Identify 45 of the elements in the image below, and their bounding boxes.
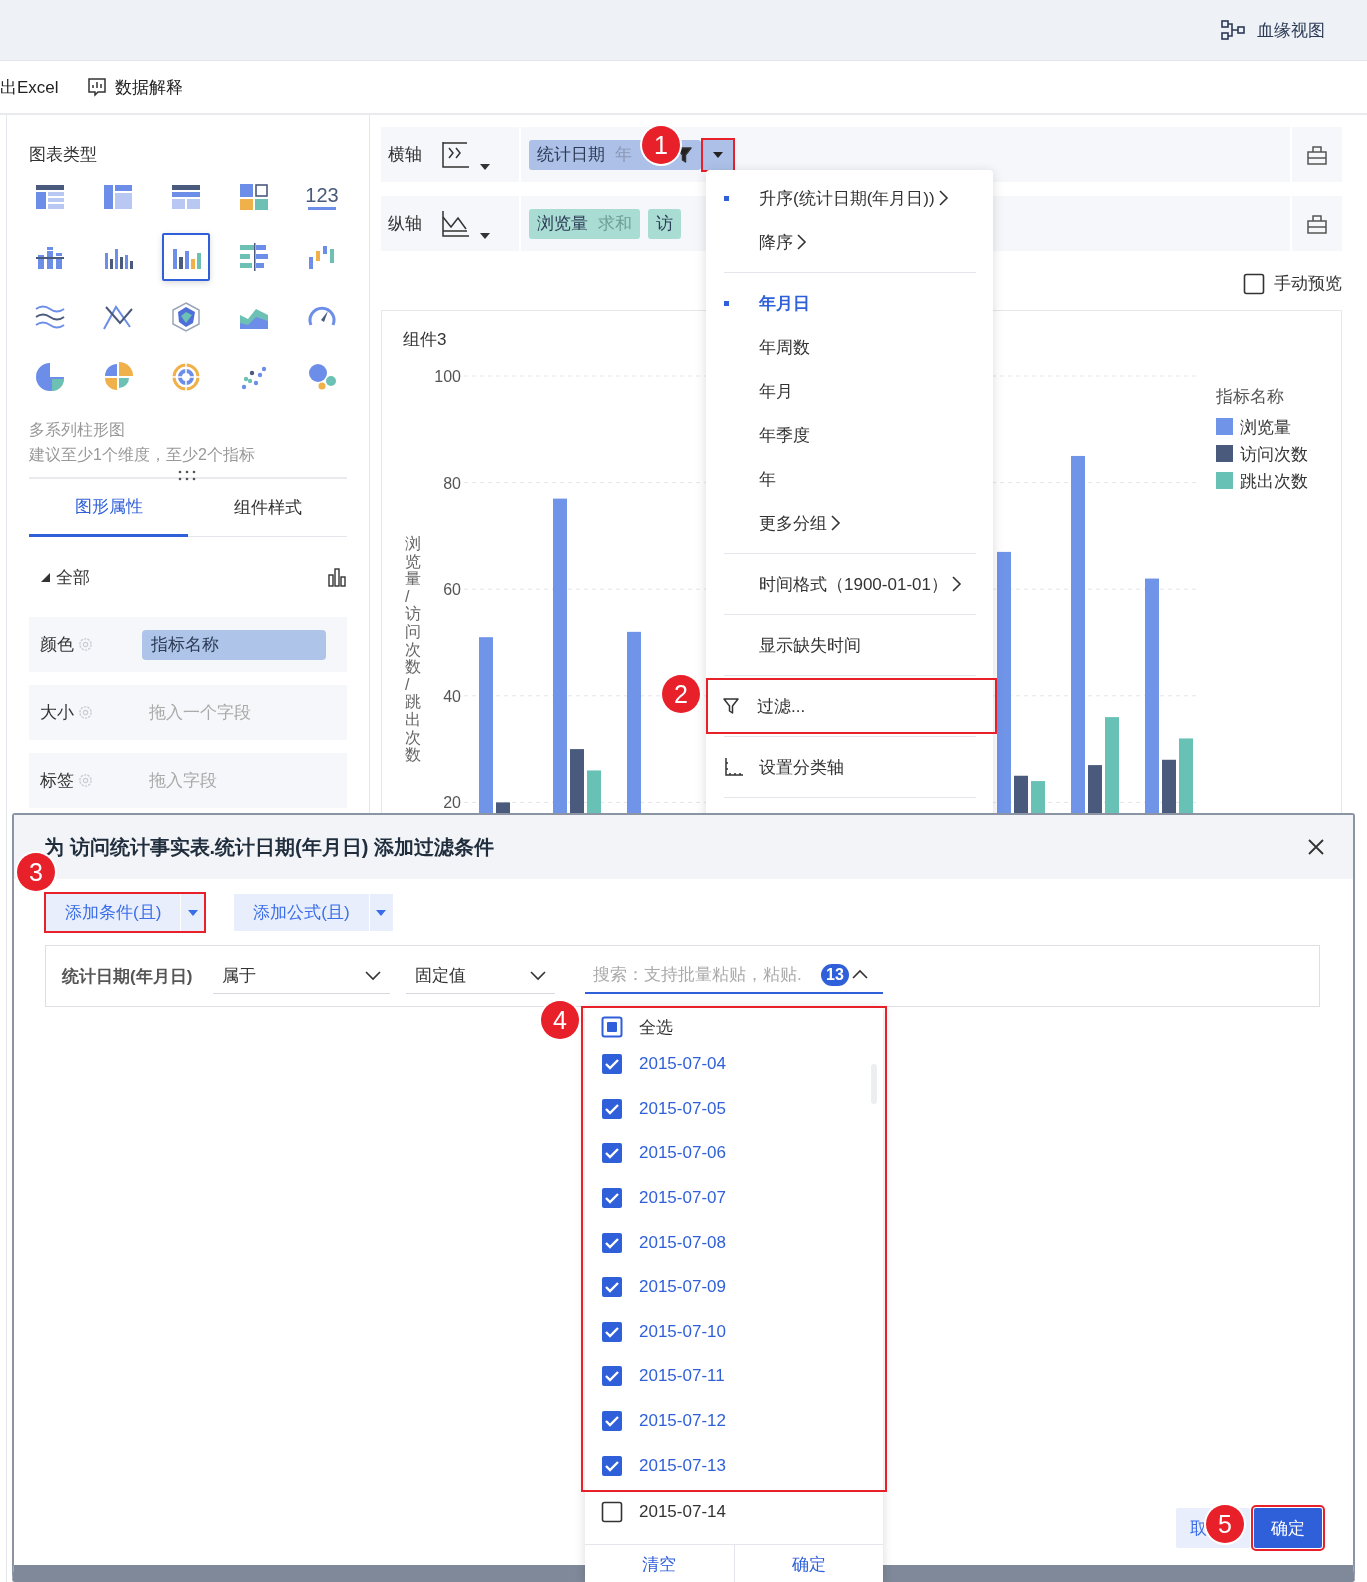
axis-title: 浏览量/访问次数/跳出次数 [405,535,421,764]
legend-item: 访问次数 [1216,445,1308,464]
option-label: 2015-07-05 [639,1098,726,1119]
section-title: 图表类型 [29,144,98,163]
option-label: 2015-07-04 [639,1054,726,1075]
step-callout-tooltip: 1 [642,126,680,164]
option-label: 2015-07-08 [639,1232,726,1253]
property-label: 大小 [40,702,74,724]
tick-label: 20 [443,794,461,812]
field-name: 访 [656,213,673,235]
property-label: 颜色 [40,634,74,656]
option-label: 2015-07-06 [639,1143,726,1164]
aggregation-label: 求和 [598,213,632,235]
count-badge: 13 [821,964,849,986]
property-label: 标签 [40,770,74,792]
step-callout-tooltip: 4 [541,1001,579,1039]
legend-label: 跳出次数 [1240,472,1308,491]
option-label: 2015-07-13 [639,1455,726,1476]
axis-label: 横轴 [388,144,422,166]
legend-item: 浏览量 [1216,418,1291,437]
step-callout-tooltip: 5 [1206,1505,1244,1543]
option-label: 2015-07-11 [639,1366,725,1387]
legend-label: 访问次数 [1240,445,1308,464]
option-label: 2015-07-07 [639,1188,726,1209]
legend-title: 指标名称 [1216,387,1284,406]
tick-label: 100 [434,368,461,385]
legend-label: 浏览量 [1240,418,1291,437]
tick-label: 60 [443,581,461,599]
option-label: 2015-07-09 [639,1277,726,1298]
description-text: 多系列柱形图 [29,420,126,440]
checkbox-label: 手动预览 [1274,273,1342,295]
field-name: 浏览量 [537,213,588,235]
description-text: 建议至少1个维度，至少2个指标 [29,445,256,465]
legend-item: 跳出次数 [1216,472,1308,491]
field-name: 统计日期 [537,144,605,166]
step-callout-tooltip: 2 [662,675,700,713]
chart-title: 组件3 [403,329,447,351]
option-label: 2015-07-12 [639,1411,726,1432]
field-label: 统计日期(年月日) [62,965,194,988]
select-all-label: 全选 [639,1016,673,1039]
tick-label: 40 [443,687,461,705]
option-label: 2015-07-14 [639,1502,726,1523]
tick-label: 80 [443,474,461,492]
axis-label: 纵轴 [388,213,422,235]
option-label: 2015-07-10 [639,1321,726,1342]
